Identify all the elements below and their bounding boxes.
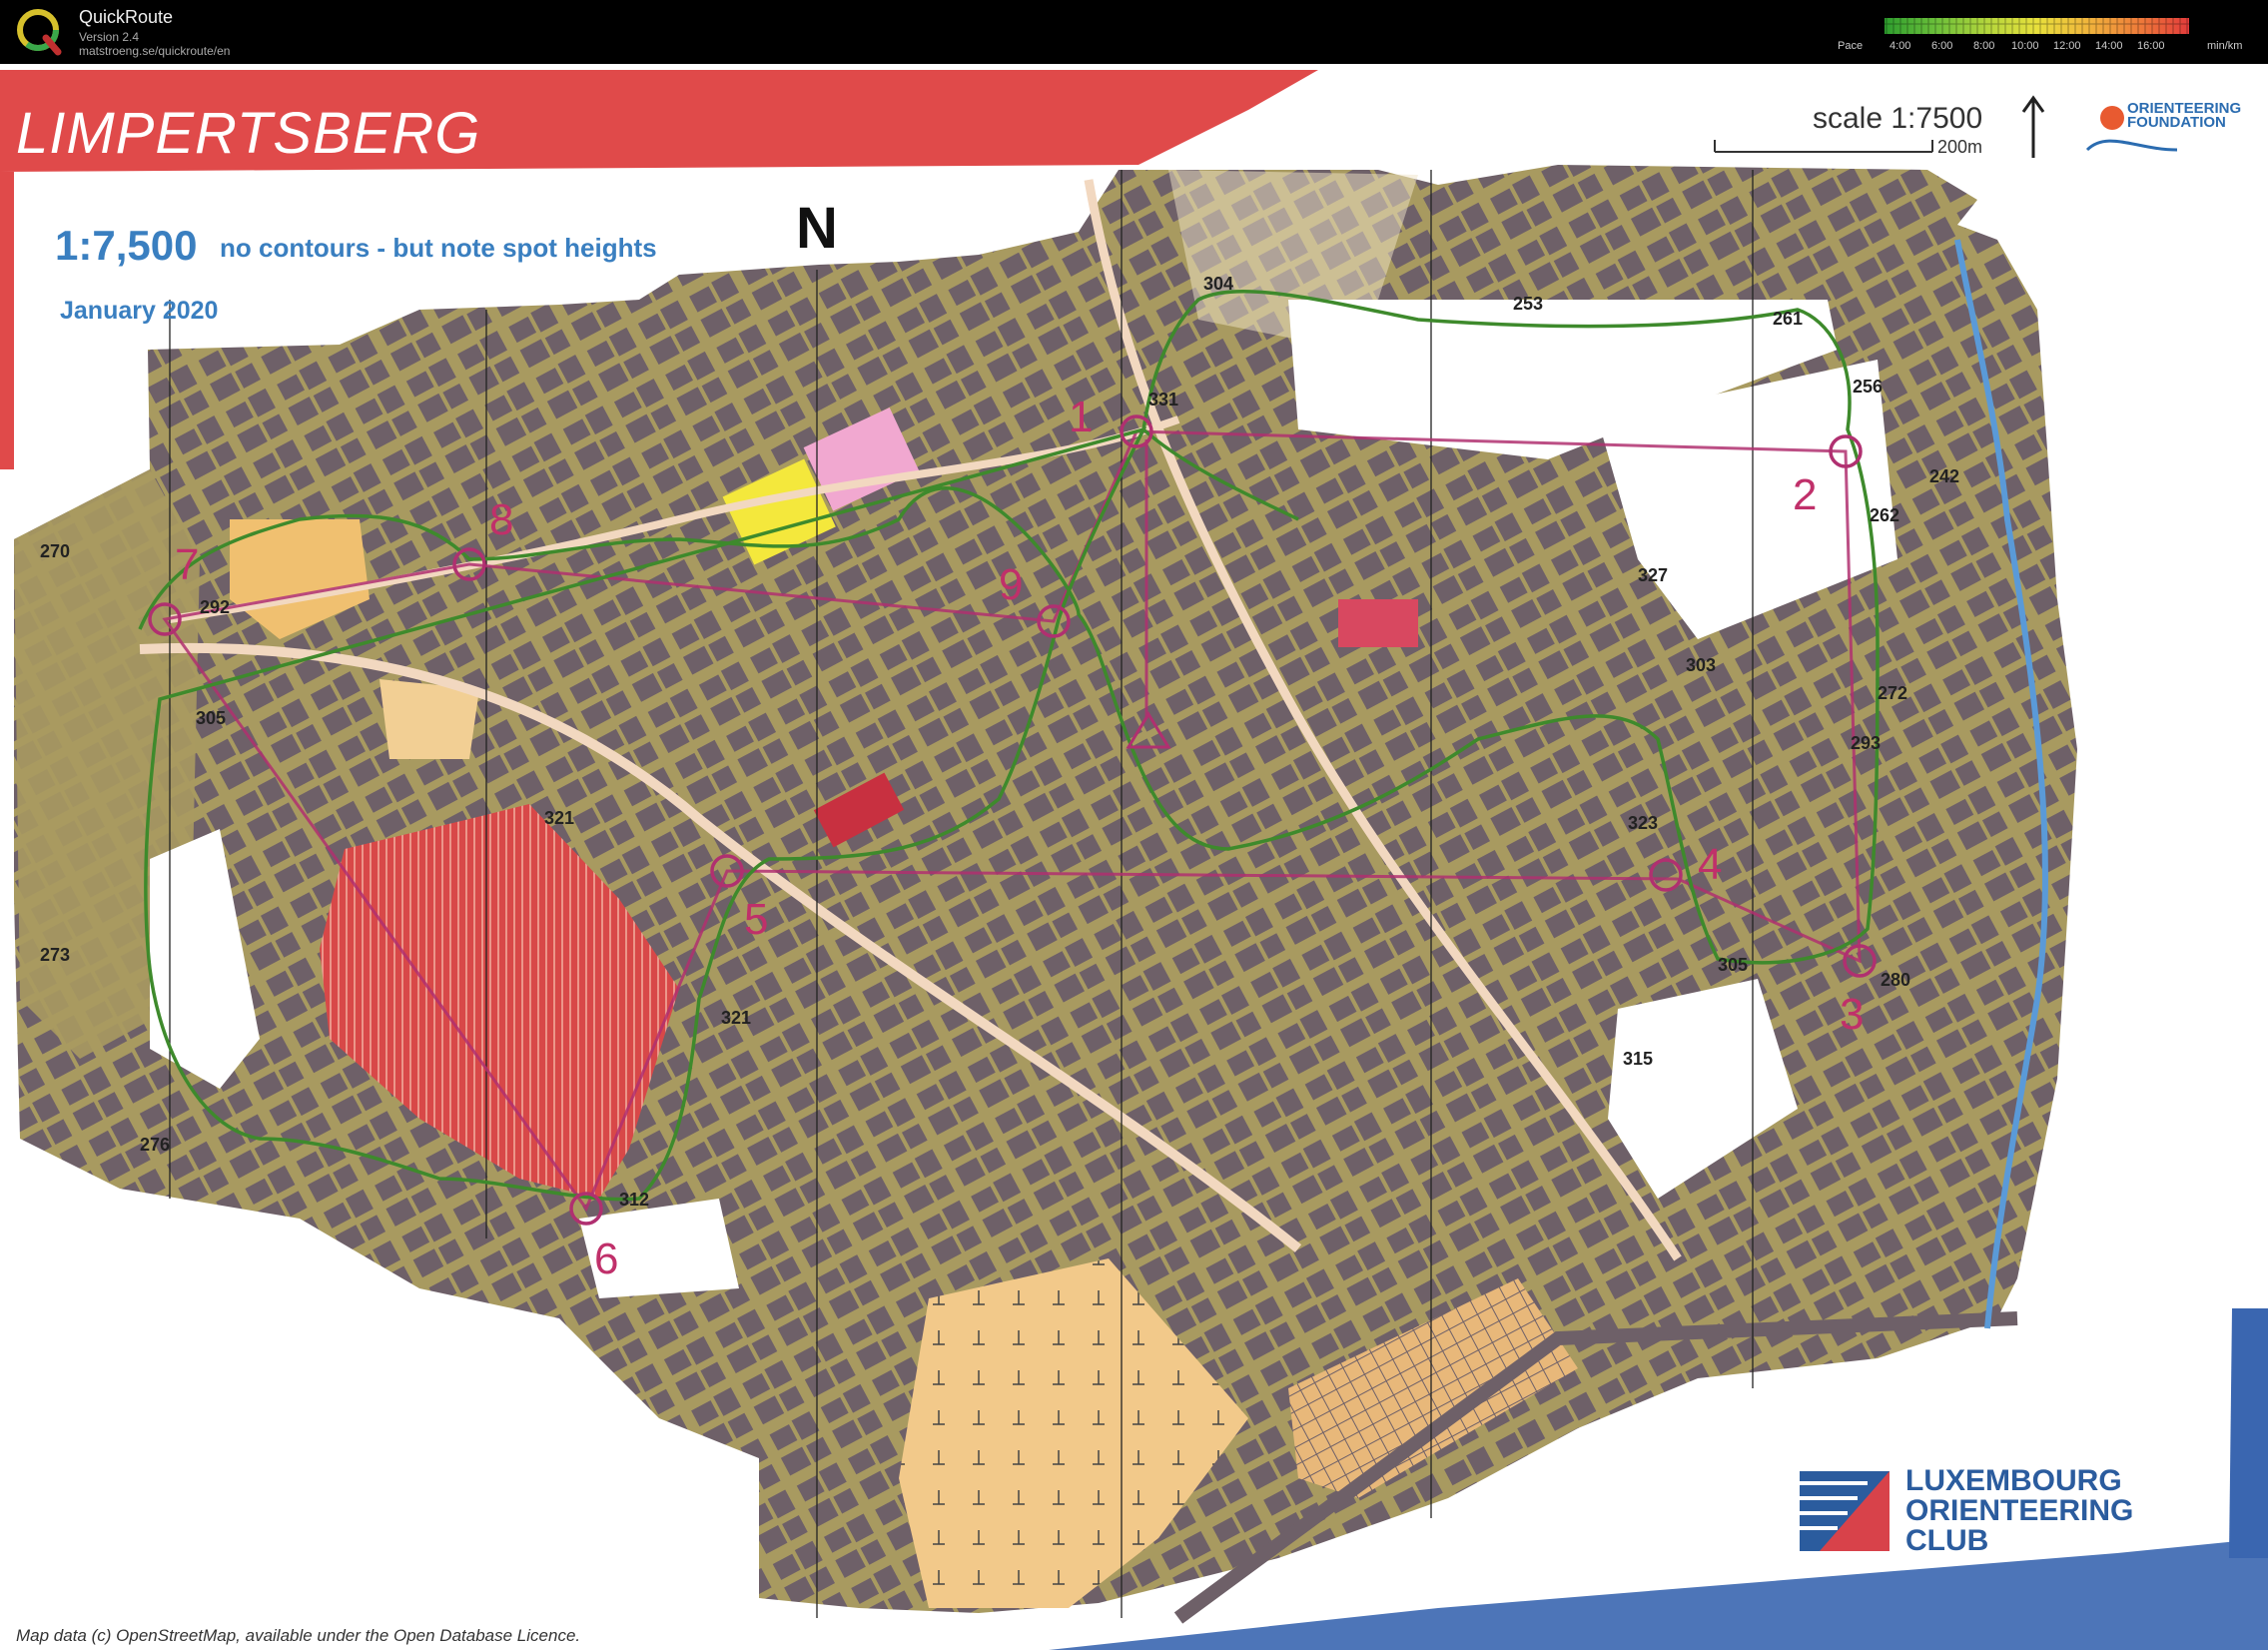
spot-height: 321 [544, 808, 574, 828]
spot-height: 261 [1773, 309, 1803, 329]
control-number: 4 [1698, 840, 1722, 889]
orienteering-map[interactable]: 1 2 3 4 5 6 7 8 9 304 331 253 261 256 24… [0, 64, 2268, 1650]
control-number: 3 [1840, 990, 1864, 1039]
control-number: 8 [489, 495, 513, 544]
north-arrow-icon [2021, 95, 2045, 158]
spot-height: 270 [40, 541, 70, 561]
spot-height: 321 [721, 1008, 751, 1028]
map-date: January 2020 [60, 297, 219, 325]
club-name-line: LUXEMBOURG [1905, 1464, 2122, 1497]
pace-tick: 16:00 [2137, 40, 2165, 52]
spot-height: 292 [200, 597, 230, 617]
spot-height: 280 [1881, 970, 1910, 990]
quickroute-window: QuickRoute Version 2.4 matstroeng.se/qui… [0, 0, 2268, 1650]
pace-label: Pace [1838, 40, 1864, 52]
scale-bar [1714, 140, 1933, 153]
control-number: 9 [999, 560, 1023, 609]
spot-height: 331 [1148, 390, 1178, 410]
pace-tick: 14:00 [2095, 40, 2123, 52]
map-copyright: Map data (c) OpenStreetMap, available un… [16, 1626, 581, 1645]
club-logo-icon [1800, 1471, 1890, 1551]
pace-unit: min/km [2207, 40, 2243, 52]
quickroute-logo-icon [17, 9, 62, 56]
spot-height: 273 [40, 945, 70, 965]
club-name-line: CLUB [1905, 1524, 1989, 1557]
pace-tick: 4:00 [1890, 40, 1911, 52]
spot-height: 304 [1203, 274, 1233, 294]
restricted-area [1338, 599, 1418, 647]
spot-height: 327 [1638, 565, 1668, 585]
control-number: 7 [175, 540, 199, 589]
spot-height: 253 [1513, 294, 1543, 314]
title-bar: QuickRoute Version 2.4 matstroeng.se/qui… [0, 0, 2268, 64]
title-banner-edge [0, 172, 14, 469]
spot-height: 272 [1878, 683, 1907, 703]
spot-height: 312 [619, 1190, 649, 1210]
scale-label: scale 1:7500 [1813, 102, 1983, 135]
control-number: 6 [594, 1235, 618, 1283]
spot-height: 262 [1870, 505, 1899, 525]
spot-height: 293 [1851, 733, 1881, 753]
foundation-name-line: FOUNDATION [2127, 114, 2226, 131]
map-scale-text: 1:7,500 [55, 222, 198, 269]
pace-gradient-bar [1885, 18, 2189, 34]
pace-tick: 6:00 [1931, 40, 1953, 52]
app-version: Version 2.4 [79, 30, 140, 44]
pace-tick: 10:00 [2011, 40, 2039, 52]
map-note: no contours - but note spot heights [220, 233, 657, 263]
pace-tick: 12:00 [2053, 40, 2081, 52]
north-label: N [796, 196, 838, 261]
app-name: QuickRoute [79, 7, 174, 27]
map-title: LIMPERTSBERG [16, 101, 481, 166]
spot-height: 276 [140, 1135, 170, 1155]
pace-legend: Pace 4:00 6:00 8:00 10:00 12:00 14:00 16… [1838, 0, 2268, 64]
spot-height: 305 [1718, 955, 1748, 975]
spot-height: 242 [1929, 466, 1959, 486]
scale-bar-label: 200m [1937, 137, 1983, 157]
control-number: 1 [1069, 393, 1093, 441]
spot-height: 256 [1853, 377, 1883, 397]
spot-height: 303 [1686, 655, 1716, 675]
spot-height: 305 [196, 708, 226, 728]
paper-corner [2229, 1308, 2268, 1558]
control-number: 5 [744, 895, 768, 944]
club-name-line: ORIENTEERING [1905, 1494, 2134, 1527]
spot-height: 315 [1623, 1049, 1653, 1069]
pace-tick: 8:00 [1973, 40, 1995, 52]
control-number: 2 [1793, 470, 1817, 519]
spot-height: 323 [1628, 813, 1658, 833]
app-url-link[interactable]: matstroeng.se/quickroute/en [79, 44, 230, 58]
